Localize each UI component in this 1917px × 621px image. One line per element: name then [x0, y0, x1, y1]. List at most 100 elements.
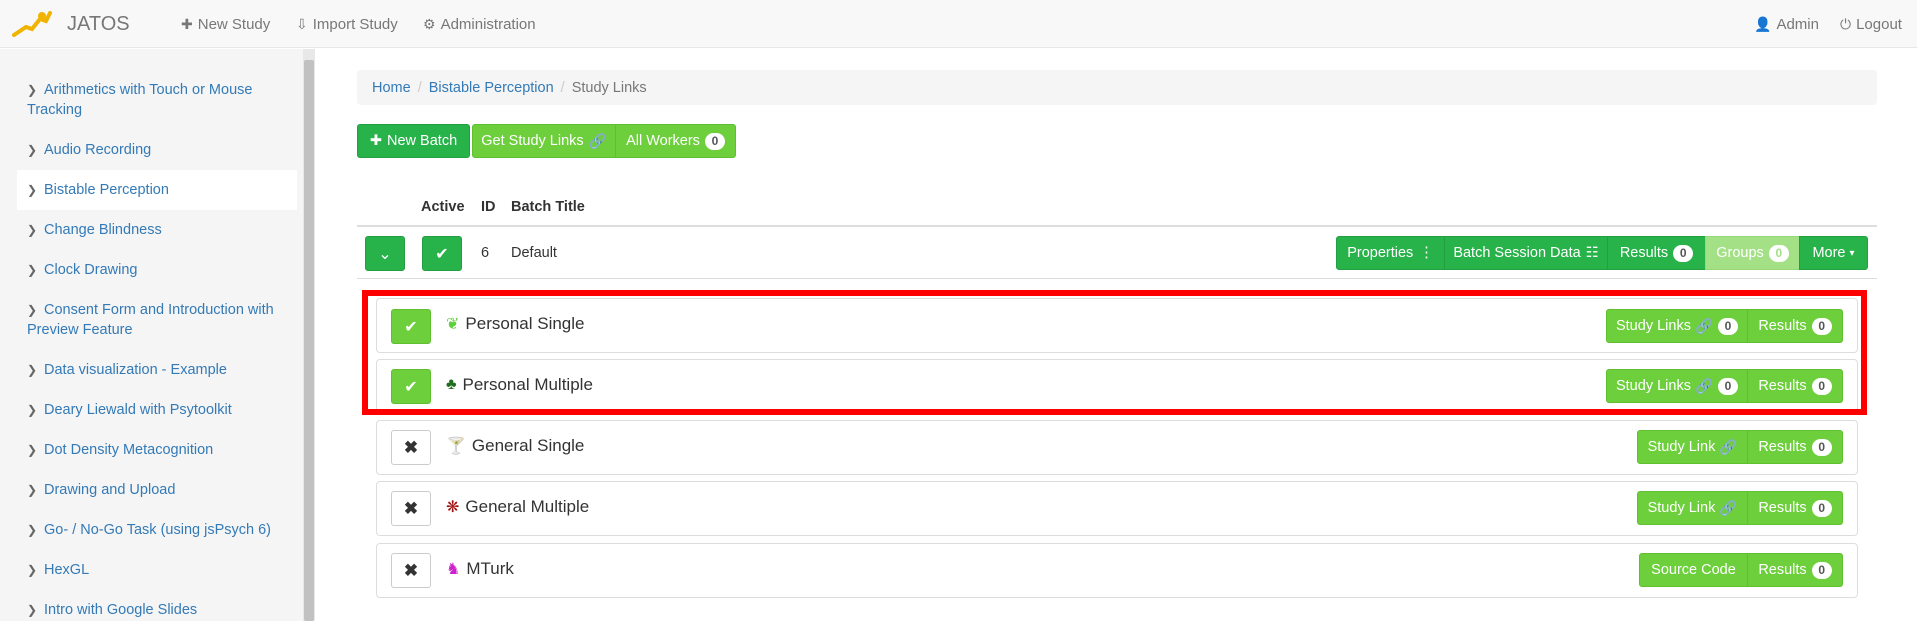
general-single-label: General Single [471, 436, 585, 455]
administration-label: Administration [440, 15, 536, 33]
sidebar-item-deary-liewald[interactable]: ❯ Deary Liewald with Psytoolkit [17, 400, 297, 420]
chevron-right-icon: ❯ [27, 263, 38, 277]
highlight-box [362, 290, 1867, 415]
chevron-right-icon: ❯ [27, 223, 38, 237]
sidebar-item-label: Change Blindness [44, 222, 162, 238]
mturk-results-button[interactable]: Results 0 [1747, 553, 1843, 587]
sidebar-item-data-visualization[interactable]: ❯ Data visualization - Example [17, 360, 297, 380]
general-multiple-study-link-button[interactable]: Study Link 🔗 [1637, 491, 1748, 525]
batch-more-dropdown[interactable]: More ▾ [1799, 236, 1868, 270]
user-icon: 👤 [1754, 15, 1772, 32]
jatos-logo-icon [12, 11, 52, 37]
properties-button[interactable]: Properties ⋮ [1336, 236, 1445, 270]
sidebar-item-label: Drawing and Upload [44, 482, 176, 498]
all-workers-label: All Workers [626, 133, 700, 149]
results-badge: 0 [1811, 499, 1832, 517]
gear-icon: ⚙ [423, 15, 436, 32]
batch-groups-button[interactable]: Groups 0 [1705, 236, 1800, 270]
import-study-link[interactable]: ⇩ Import Study [296, 0, 398, 48]
header-batch-title: Batch Title [511, 199, 585, 215]
batch-more-label: More [1812, 245, 1846, 261]
get-study-links-button[interactable]: Get Study Links 🔗 [472, 124, 616, 158]
chevron-right-icon: ❯ [27, 483, 38, 497]
table-list-icon: ☷ [1585, 245, 1599, 261]
results-label: Results [1758, 500, 1807, 516]
mturk-active-toggle[interactable]: ✖ [391, 553, 431, 588]
results-badge: 0 [1811, 438, 1832, 456]
chevron-right-icon: ❯ [27, 523, 38, 537]
general-single-active-toggle[interactable]: ✖ [391, 430, 431, 465]
sidebar-item-intro-google-slides[interactable]: ❯ Intro with Google Slides [17, 600, 297, 620]
sidebar-item-drawing-upload[interactable]: ❯ Drawing and Upload [17, 480, 297, 500]
user-menu[interactable]: 👤 Admin [1754, 0, 1819, 48]
top-navbar: JATOS ✚ New Study ⇩ Import Study ⚙ Admin… [0, 0, 1917, 48]
expand-batch-button[interactable]: ⌄ [365, 236, 405, 271]
table-header-divider [357, 225, 1877, 227]
sidebar-item-label: Intro with Google Slides [44, 602, 198, 618]
close-icon: ✖ [403, 560, 419, 580]
all-workers-button[interactable]: All Workers 0 [615, 124, 736, 158]
mturk-name: ♞ MTurk [446, 559, 514, 579]
batch-title: Default [511, 245, 557, 261]
sidebar-item-label: Go- / No-Go Task (using jsPsych 6) [44, 522, 271, 538]
new-batch-button[interactable]: ✚ New Batch [357, 124, 470, 158]
batch-groups-badge: 0 [1768, 244, 1789, 262]
link-card-mturk [376, 543, 1858, 598]
source-code-label: Source Code [1651, 562, 1736, 578]
administration-link[interactable]: ⚙ Administration [423, 0, 536, 48]
sidebar-item-go-no-go[interactable]: ❯ Go- / No-Go Task (using jsPsych 6) [17, 520, 297, 540]
sidebar-item-audio-recording[interactable]: ❯ Audio Recording [17, 140, 297, 160]
sidebar-item-label: HexGL [44, 562, 90, 578]
new-study-link[interactable]: ✚ New Study [181, 0, 270, 48]
mturk-label: MTurk [466, 559, 514, 578]
batch-results-label: Results [1619, 245, 1669, 261]
logout-link[interactable]: ⏻ Logout [1840, 0, 1902, 48]
batch-results-button[interactable]: Results 0 [1607, 236, 1706, 270]
breadcrumb: Home / Bistable Perception / Study Links [357, 70, 1877, 105]
sidebar-item-label: Data visualization - Example [44, 362, 227, 378]
general-multiple-results-button[interactable]: Results 0 [1747, 491, 1843, 525]
link-card-general-single [376, 420, 1858, 475]
sidebar-scrollbar-thumb[interactable] [304, 60, 314, 621]
sidebar-item-change-blindness[interactable]: ❯ Change Blindness [17, 220, 297, 240]
mturk-source-code-button[interactable]: Source Code [1639, 553, 1748, 587]
breadcrumb-home[interactable]: Home [372, 80, 411, 96]
sidebar-item-label: Clock Drawing [44, 262, 138, 278]
link-icon: 🔗 [588, 133, 607, 150]
brand[interactable]: JATOS [12, 0, 130, 48]
asterisk-icon: ❋ [446, 499, 460, 516]
general-single-study-link-button[interactable]: Study Link 🔗 [1637, 430, 1748, 464]
chevron-right-icon: ❯ [27, 603, 38, 617]
batch-row-divider [357, 278, 1877, 279]
link-icon: 🔗 [1719, 439, 1738, 456]
general-multiple-name: ❋ General Multiple [446, 497, 589, 517]
general-single-name: 🍸 General Single [446, 436, 584, 456]
sidebar-item-hexgl[interactable]: ❯ HexGL [17, 560, 297, 580]
sidebar-item-bistable-perception[interactable]: ❯ Bistable Perception [17, 170, 297, 210]
sidebar-item-consent-form[interactable]: ❯ Consent Form and Introduction with Prev… [17, 300, 297, 340]
new-study-label: New Study [197, 15, 271, 33]
breadcrumb-study[interactable]: Bistable Perception [429, 80, 554, 96]
sidebar-item-clock-drawing[interactable]: ❯ Clock Drawing [17, 260, 297, 280]
user-label: Admin [1776, 15, 1819, 33]
sidebar-item-label: Arithmetics with Touch or Mouse Tracking [27, 82, 253, 118]
chevron-right-icon: ❯ [27, 403, 38, 417]
get-study-links-label: Get Study Links [481, 133, 584, 149]
batch-session-data-button[interactable]: Batch Session Data ☷ [1444, 236, 1608, 270]
batch-results-badge: 0 [1673, 244, 1694, 262]
chevron-right-icon: ❯ [27, 363, 38, 377]
results-label: Results [1758, 562, 1807, 578]
chevron-right-icon: ❯ [27, 303, 38, 317]
close-icon: ✖ [403, 437, 419, 457]
breadcrumb-current: Study Links [571, 79, 647, 96]
general-single-results-button[interactable]: Results 0 [1747, 430, 1843, 464]
general-multiple-active-toggle[interactable]: ✖ [391, 491, 431, 526]
vertical-ellipsis-icon: ⋮ [1419, 245, 1434, 261]
check-icon: ✔ [435, 245, 449, 263]
batch-active-toggle[interactable]: ✔ [422, 236, 462, 271]
sidebar-item-arithmetics[interactable]: ❯ Arithmetics with Touch or Mouse Trackin… [17, 80, 297, 120]
sidebar-item-label: Consent Form and Introduction with Previ… [27, 302, 274, 338]
link-icon: 🔗 [1719, 500, 1738, 517]
knight-icon: ♞ [446, 561, 461, 578]
sidebar-item-dot-density[interactable]: ❯ Dot Density Metacognition [17, 440, 297, 460]
